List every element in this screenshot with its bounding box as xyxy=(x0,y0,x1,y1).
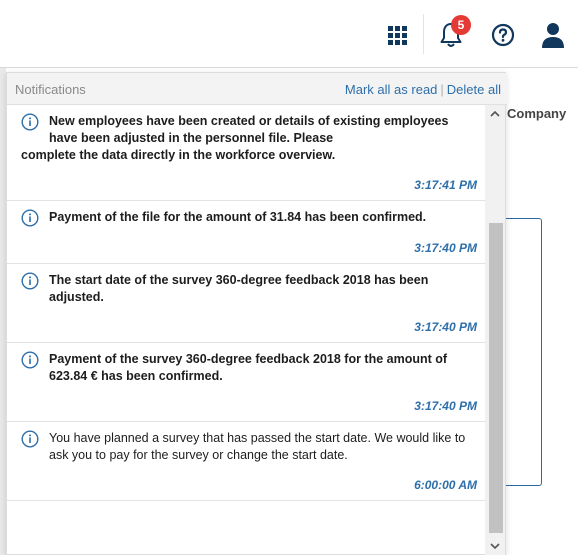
scroll-down-icon[interactable] xyxy=(485,537,505,555)
help-icon[interactable] xyxy=(490,22,516,48)
info-icon xyxy=(21,351,39,369)
notifications-scrollbar[interactable] xyxy=(485,105,505,555)
background-card xyxy=(500,218,542,486)
notification-item[interactable]: New employees have been created or detai… xyxy=(7,105,485,201)
user-icon[interactable] xyxy=(540,22,566,48)
notifications-title: Notifications xyxy=(15,82,86,97)
actions-separator: | xyxy=(440,82,444,97)
notification-text: You have planned a survey that has passe… xyxy=(49,431,466,462)
info-icon xyxy=(21,430,39,448)
notifications-actions: Mark all as read | Delete all xyxy=(345,82,501,97)
info-icon xyxy=(21,209,39,227)
scrollbar-thumb[interactable] xyxy=(489,223,503,533)
notification-item[interactable]: The start date of the survey 360-degree … xyxy=(7,264,485,343)
notifications-header: Notifications Mark all as read | Delete al… xyxy=(7,73,507,105)
notification-text: Payment of the file for the amount of 31… xyxy=(49,210,427,224)
notification-time: 3:17:40 PM xyxy=(414,320,477,334)
notification-item[interactable]: Payment of the file for the amount of 31… xyxy=(7,201,485,264)
notification-item[interactable]: You have planned a survey that has passe… xyxy=(7,422,485,501)
mark-all-read-link[interactable]: Mark all as read xyxy=(345,82,437,97)
notification-time: 3:17:40 PM xyxy=(414,399,477,413)
notification-count-badge: 5 xyxy=(451,15,471,35)
info-icon xyxy=(21,272,39,290)
delete-all-link[interactable]: Delete all xyxy=(447,82,501,97)
notification-time: 3:17:41 PM xyxy=(414,178,477,192)
background-company-label: Company xyxy=(507,106,567,121)
notification-item[interactable]: Payment of the survey 360-degree feedbac… xyxy=(7,343,485,422)
apps-grid-icon[interactable] xyxy=(386,22,408,48)
notification-text: Payment of the survey 360-degree feedbac… xyxy=(49,352,448,383)
notification-text-continued: complete the data directly in the workfo… xyxy=(21,148,336,162)
notification-time: 3:17:40 PM xyxy=(414,241,477,255)
notification-text: The start date of the survey 360-degree … xyxy=(49,273,429,304)
notification-text: New employees have been created or detai… xyxy=(49,114,449,145)
toolbar-divider xyxy=(423,14,424,54)
scroll-up-icon[interactable] xyxy=(485,105,505,123)
top-bar: 5 xyxy=(0,0,578,68)
notifications-list: New employees have been created or detai… xyxy=(7,105,485,555)
notifications-panel: Notifications Mark all as read | Delete al… xyxy=(6,72,507,555)
info-icon xyxy=(21,113,39,131)
notification-time: 6:00:00 AM xyxy=(414,478,477,492)
